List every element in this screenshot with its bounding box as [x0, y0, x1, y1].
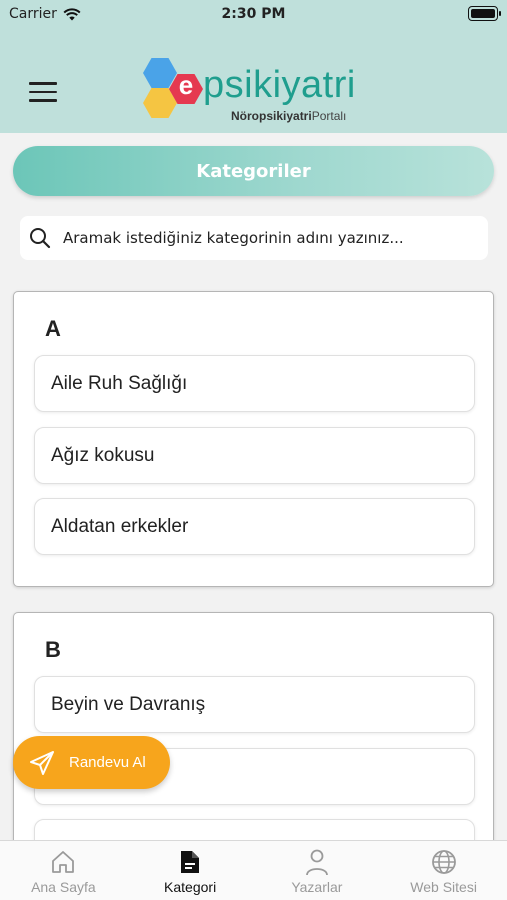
logo-tagline-rest: Portalı	[311, 109, 347, 123]
logo-tagline: NöropsikiyatriPortalı	[231, 109, 346, 123]
page-title: Kategoriler	[13, 146, 494, 196]
search-bar[interactable]	[20, 216, 488, 260]
status-time: 2:30 PM	[221, 6, 286, 22]
home-icon	[52, 851, 75, 873]
tab-label: Kategori	[164, 879, 217, 895]
tab-bar: Ana Sayfa Kategori Yazarlar Web Sitesi	[0, 840, 507, 900]
category-section-a: A Aile Ruh Sağlığı Ağız kokusu Aldatan e…	[13, 291, 494, 587]
category-item[interactable]: Aldatan erkekler	[34, 498, 475, 555]
category-item[interactable]: Ağız kokusu	[34, 427, 475, 484]
category-item[interactable]: Aile Ruh Sağlığı	[34, 355, 475, 412]
search-input[interactable]	[63, 229, 483, 247]
appointment-button-label: Randevu Al	[69, 754, 146, 771]
search-icon	[30, 228, 51, 249]
status-bar: Carrier 2:30 PM	[0, 0, 507, 28]
tab-label: Ana Sayfa	[31, 879, 96, 895]
tab-label: Web Sitesi	[410, 879, 477, 895]
appointment-button[interactable]: Randevu Al	[13, 736, 170, 789]
logo-letter: e	[178, 70, 194, 100]
app-header: Carrier 2:30 PM e psikiyatri Nöropsikiya…	[0, 0, 507, 133]
logo-tagline-bold: Nöropsikiyatri	[231, 109, 312, 123]
tab-category[interactable]: Kategori	[127, 841, 254, 900]
section-letter: A	[45, 316, 61, 341]
send-icon	[30, 750, 54, 775]
section-letter: B	[45, 637, 61, 662]
category-section-b: B Beyin ve Davranış	[13, 612, 494, 876]
user-icon	[305, 849, 328, 876]
battery-icon	[468, 6, 501, 21]
tab-label: Yazarlar	[291, 879, 343, 895]
category-item[interactable]: Beyin ve Davranış	[34, 676, 475, 733]
globe-icon	[431, 850, 456, 874]
hamburger-menu-button[interactable]	[29, 82, 59, 104]
epsikiyatri-logo: e psikiyatri NöropsikiyatriPortalı	[143, 56, 383, 126]
tab-website[interactable]: Web Sitesi	[380, 841, 507, 900]
tab-authors[interactable]: Yazarlar	[254, 841, 381, 900]
document-icon	[181, 851, 200, 873]
logo-wordmark: psikiyatri	[203, 64, 356, 106]
tab-home[interactable]: Ana Sayfa	[0, 841, 127, 900]
